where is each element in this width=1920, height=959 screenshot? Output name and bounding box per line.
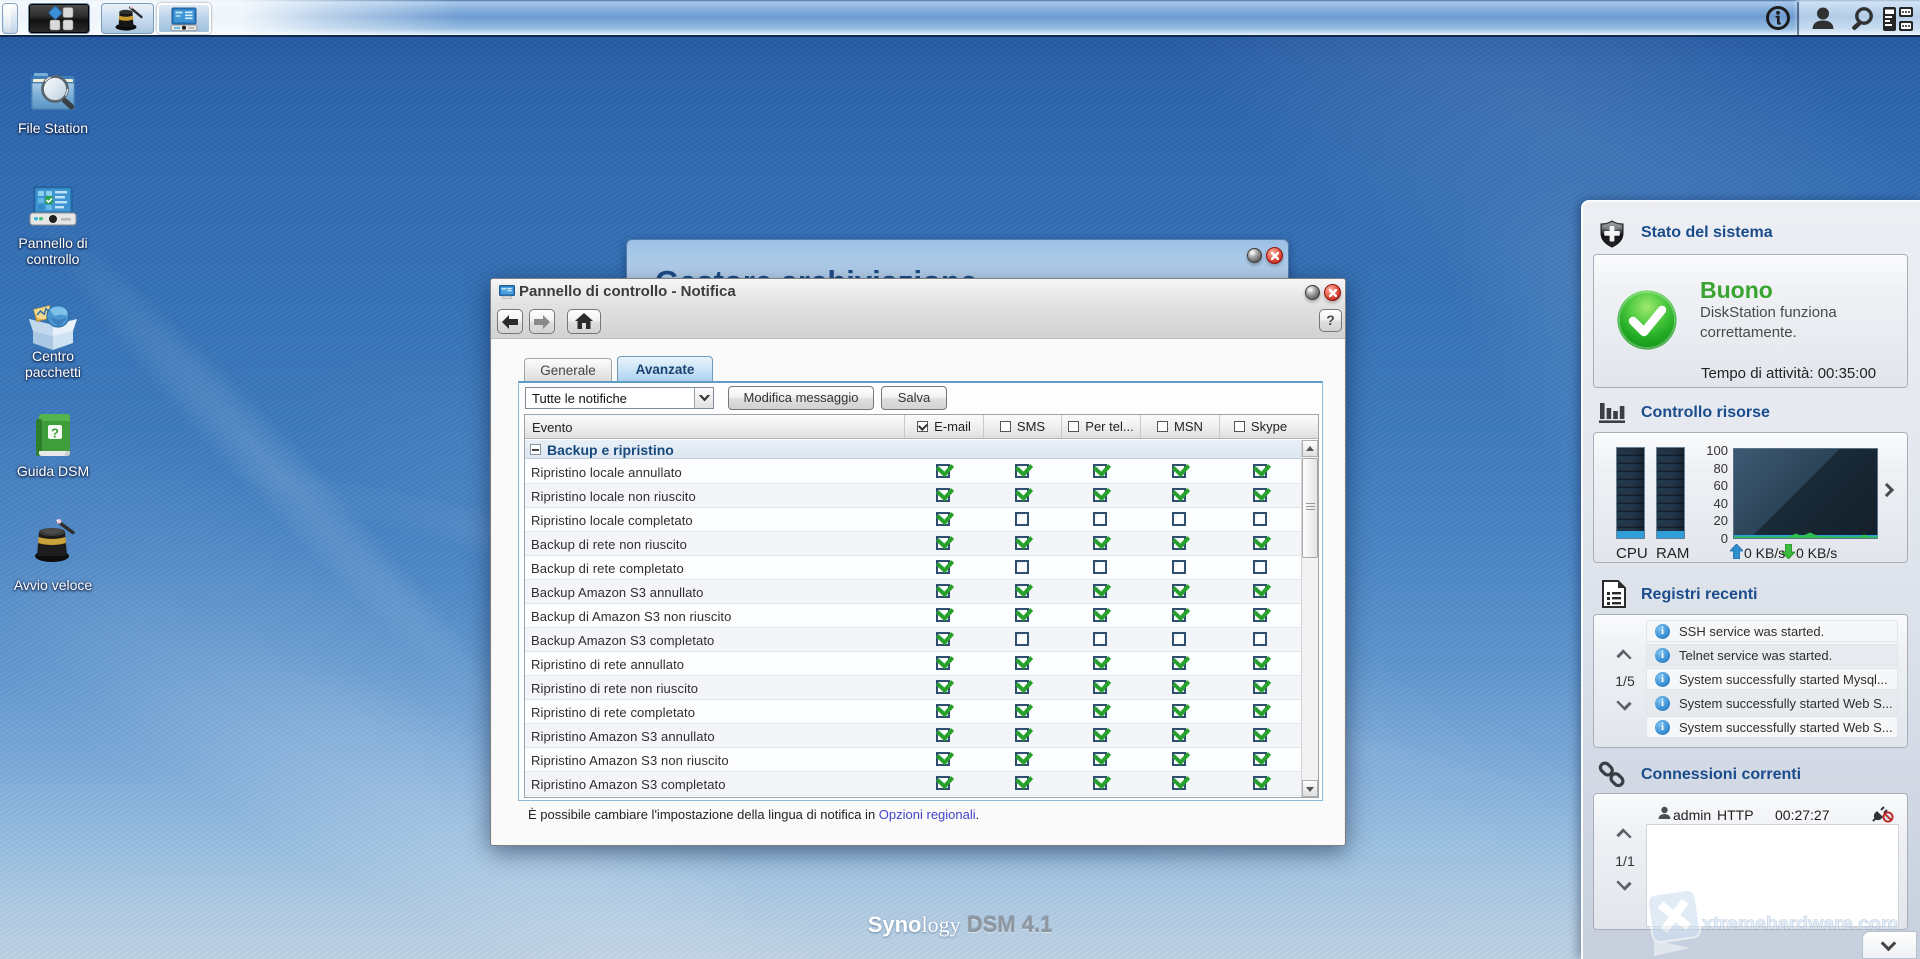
svg-text:?: ? xyxy=(51,426,59,441)
